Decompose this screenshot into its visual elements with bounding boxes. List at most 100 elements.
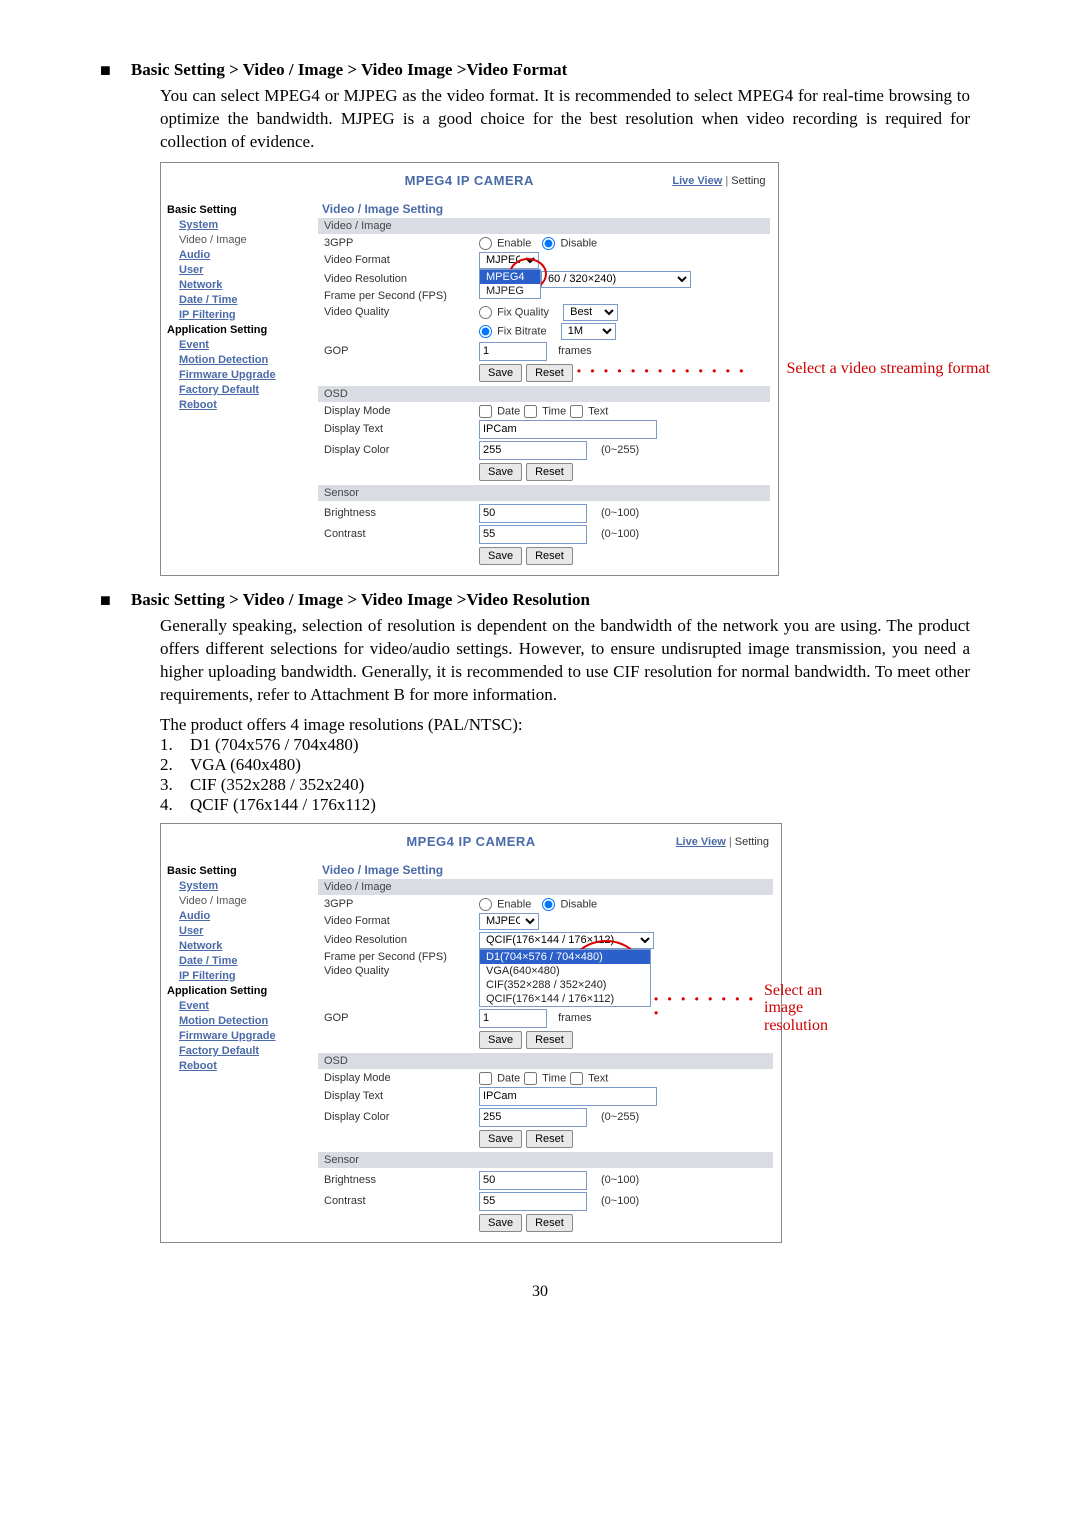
- label-video-quality: Video Quality: [324, 306, 479, 318]
- sidebar-item-datetime[interactable]: Date / Time: [179, 294, 312, 306]
- sidebar-item-audio[interactable]: Audio: [179, 249, 312, 261]
- brightness-input[interactable]: [479, 504, 587, 523]
- res-opt-d1[interactable]: D1(704×576 / 704×480): [480, 950, 650, 964]
- save-button[interactable]: Save: [479, 1031, 522, 1049]
- sidebar-item-system[interactable]: System: [179, 219, 312, 231]
- save-button[interactable]: Save: [479, 547, 522, 565]
- label-display-mode: Display Mode: [324, 1072, 479, 1084]
- sidebar-item-datetime[interactable]: Date / Time: [179, 955, 312, 967]
- label-video-format: Video Format: [324, 254, 479, 266]
- radio-enable[interactable]: Enable: [479, 237, 531, 250]
- reset-button[interactable]: Reset: [526, 364, 573, 382]
- video-resolution-select[interactable]: 60 / 320×240): [541, 271, 691, 288]
- chk-text[interactable]: Text: [570, 405, 608, 418]
- sidebar-item-event[interactable]: Event: [179, 1000, 312, 1012]
- res-opt-cif[interactable]: CIF(352×288 / 352×240): [480, 978, 650, 992]
- display-color-range: (0~255): [601, 1111, 639, 1123]
- sidebar-item-audio[interactable]: Audio: [179, 910, 312, 922]
- live-view-link[interactable]: Live View: [672, 175, 722, 187]
- sidebar-item-factory[interactable]: Factory Default: [179, 384, 312, 396]
- page-number: 30: [90, 1283, 990, 1301]
- save-button[interactable]: Save: [479, 1214, 522, 1232]
- section-video-image: Video / Image: [318, 218, 770, 234]
- label-video-format: Video Format: [324, 915, 479, 927]
- save-button[interactable]: Save: [479, 1130, 522, 1148]
- label-contrast: Contrast: [324, 528, 479, 540]
- radio-fix-quality[interactable]: Fix Quality: [479, 306, 549, 319]
- sidebar-item-reboot[interactable]: Reboot: [179, 399, 312, 411]
- brightness-input[interactable]: [479, 1171, 587, 1190]
- sidebar-group-app: Application Setting: [167, 324, 312, 336]
- display-text-input[interactable]: [479, 420, 657, 439]
- list-num: 4.: [160, 795, 190, 815]
- section-2-heading: Basic Setting > Video / Image > Video Im…: [131, 590, 590, 610]
- setting-link[interactable]: Setting: [735, 836, 769, 848]
- screenshot-panel-1: MPEG4 IP CAMERA Live View | Setting Basi…: [160, 162, 779, 576]
- sidebar-item-user[interactable]: User: [179, 925, 312, 937]
- top-links: Live View | Setting: [672, 175, 765, 187]
- chk-date[interactable]: Date: [479, 1072, 520, 1085]
- reset-button[interactable]: Reset: [526, 1031, 573, 1049]
- bitrate-select[interactable]: 1M: [561, 323, 616, 340]
- label-video-resolution: Video Resolution: [324, 273, 479, 285]
- video-format-select[interactable]: MJPEG: [479, 913, 539, 930]
- radio-enable[interactable]: Enable: [479, 898, 531, 911]
- sidebar-item-event[interactable]: Event: [179, 339, 312, 351]
- sidebar-item-network[interactable]: Network: [179, 940, 312, 952]
- sidebar-item-ipfiltering[interactable]: IP Filtering: [179, 309, 312, 321]
- chk-time[interactable]: Time: [524, 405, 566, 418]
- panel-title: MPEG4 IP CAMERA: [405, 173, 534, 188]
- display-color-input[interactable]: [479, 441, 587, 460]
- quality-select[interactable]: Best: [563, 304, 618, 321]
- reset-button[interactable]: Reset: [526, 463, 573, 481]
- live-view-link[interactable]: Live View: [676, 836, 726, 848]
- contrast-input[interactable]: [479, 525, 587, 544]
- chk-time[interactable]: Time: [524, 1072, 566, 1085]
- sidebar-item-network[interactable]: Network: [179, 279, 312, 291]
- res-opt-vga[interactable]: VGA(640×480): [480, 964, 650, 978]
- label-3gpp: 3GPP: [324, 898, 479, 910]
- sidebar-item-firmware[interactable]: Firmware Upgrade: [179, 369, 312, 381]
- chk-text[interactable]: Text: [570, 1072, 608, 1085]
- resolutions-intro: The product offers 4 image resolutions (…: [160, 715, 990, 735]
- format-opt-mpeg4[interactable]: MPEG4: [480, 270, 540, 284]
- dotted-leader: • • • • • • • • •: [654, 992, 767, 1020]
- resolution-item: VGA (640x480): [190, 755, 301, 775]
- sidebar-item-factory[interactable]: Factory Default: [179, 1045, 312, 1057]
- sidebar-item-video-image[interactable]: Video / Image: [179, 895, 312, 907]
- frames-label: frames: [558, 345, 592, 357]
- brightness-range: (0~100): [601, 507, 639, 519]
- format-opt-mjpeg[interactable]: MJPEG: [480, 284, 540, 298]
- sidebar-item-motion[interactable]: Motion Detection: [179, 1015, 312, 1027]
- sidebar-item-user[interactable]: User: [179, 264, 312, 276]
- radio-disable[interactable]: Disable: [542, 898, 597, 911]
- sidebar-item-motion[interactable]: Motion Detection: [179, 354, 312, 366]
- panel-title: MPEG4 IP CAMERA: [406, 834, 535, 849]
- radio-disable[interactable]: Disable: [542, 237, 597, 250]
- save-button[interactable]: Save: [479, 364, 522, 382]
- reset-button[interactable]: Reset: [526, 1214, 573, 1232]
- sidebar-item-firmware[interactable]: Firmware Upgrade: [179, 1030, 312, 1042]
- display-text-input[interactable]: [479, 1087, 657, 1106]
- gop-input[interactable]: [479, 342, 547, 361]
- contrast-input[interactable]: [479, 1192, 587, 1211]
- chk-date[interactable]: Date: [479, 405, 520, 418]
- reset-button[interactable]: Reset: [526, 1130, 573, 1148]
- section-2-body: Generally speaking, selection of resolut…: [160, 615, 970, 707]
- sidebar-item-reboot[interactable]: Reboot: [179, 1060, 312, 1072]
- radio-fix-bitrate[interactable]: Fix Bitrate: [479, 325, 547, 338]
- setting-link[interactable]: Setting: [731, 175, 765, 187]
- list-num: 1.: [160, 735, 190, 755]
- label-video-quality: Video Quality: [324, 965, 479, 977]
- reset-button[interactable]: Reset: [526, 547, 573, 565]
- sidebar-item-ipfiltering[interactable]: IP Filtering: [179, 970, 312, 982]
- sidebar-item-system[interactable]: System: [179, 880, 312, 892]
- res-opt-qcif[interactable]: QCIF(176×144 / 176×112): [480, 992, 650, 1006]
- display-color-input[interactable]: [479, 1108, 587, 1127]
- sidebar-item-video-image[interactable]: Video / Image: [179, 234, 312, 246]
- label-display-text: Display Text: [324, 423, 479, 435]
- save-button[interactable]: Save: [479, 463, 522, 481]
- label-display-color: Display Color: [324, 444, 479, 456]
- list-num: 2.: [160, 755, 190, 775]
- gop-input[interactable]: [479, 1009, 547, 1028]
